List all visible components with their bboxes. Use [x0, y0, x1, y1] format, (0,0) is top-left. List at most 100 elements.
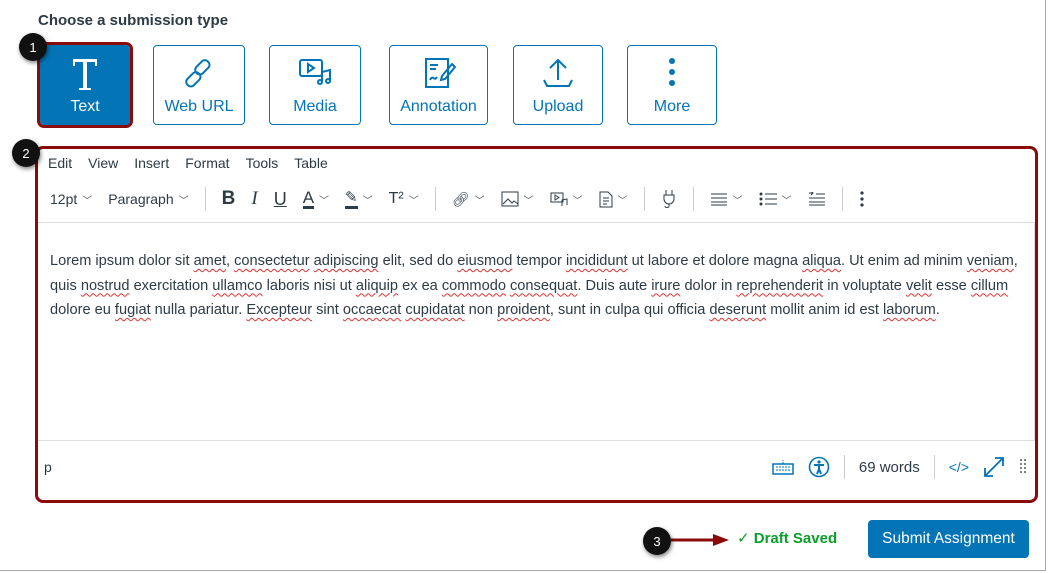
annotation-icon [424, 58, 456, 88]
indent-button[interactable] [808, 192, 826, 206]
submission-type-label: Text [70, 98, 100, 115]
submission-type-label: Media [293, 98, 337, 115]
text-run: elit, sed do [378, 253, 458, 269]
indent-icon [808, 192, 825, 206]
callout-arrow-icon [671, 534, 729, 546]
bold-button[interactable]: B [222, 188, 236, 210]
text-run: non [464, 302, 498, 318]
menu-tools[interactable]: Tools [246, 155, 279, 171]
align-left-icon [710, 193, 727, 206]
editor-paragraph[interactable]: Lorem ipsum dolor sit amet, consectetur … [50, 249, 1018, 323]
link-icon: 🔗︎ [451, 190, 470, 207]
checkmark-icon: ✓ [737, 530, 754, 547]
more-vertical-icon [669, 58, 675, 86]
submission-type-upload[interactable]: Upload [513, 45, 603, 125]
misspelled-word: reprehenderit [736, 277, 824, 294]
callout-badge-2: 2 [12, 139, 40, 167]
html-editor-toggle[interactable]: </> [949, 459, 969, 475]
more-vertical-icon [859, 191, 864, 207]
misspelled-word: proident [497, 302, 550, 318]
misspelled-word: nostrud [80, 277, 130, 294]
submit-assignment-button[interactable]: Submit Assignment [868, 520, 1029, 558]
upload-icon [543, 58, 573, 87]
chevron-down-icon: ﹀ [319, 195, 330, 207]
italic-button[interactable]: I [251, 188, 257, 210]
media-button[interactable]: ﹀ [550, 191, 583, 207]
text-run: . Duis aute [577, 277, 652, 294]
submission-type-heading: Choose a submission type [38, 12, 229, 29]
align-button[interactable]: ﹀ [710, 192, 743, 207]
plug-icon [663, 190, 675, 208]
text-run: dolore eu [50, 302, 115, 318]
fullscreen-icon[interactable] [983, 456, 1005, 478]
submission-type-label: Annotation [400, 98, 477, 115]
menu-edit[interactable]: Edit [48, 155, 72, 171]
submission-type-label: Web URL [164, 98, 234, 115]
accessibility-checker-icon[interactable] [808, 456, 830, 478]
misspelled-word: aliquip [355, 277, 399, 294]
underline-button[interactable]: U [274, 189, 287, 210]
misspelled-word: occaecat [342, 302, 402, 318]
font-size-select[interactable]: 12pt ﹀ [50, 191, 92, 207]
submission-type-more[interactable]: More [627, 45, 717, 125]
menu-insert[interactable]: Insert [134, 155, 169, 171]
menu-format[interactable]: Format [185, 155, 229, 171]
superscript-button[interactable]: T² ﹀ [389, 190, 419, 208]
text-run: , sunt in culpa qui officia [549, 302, 710, 318]
link-icon [185, 59, 211, 88]
apps-plugin-button[interactable] [661, 189, 677, 209]
submission-type-media[interactable]: Media [269, 45, 361, 125]
misspelled-word: eiusmod [457, 253, 513, 269]
chevron-down-icon: ﹀ [781, 195, 792, 207]
misspelled-word: irure [651, 277, 681, 294]
submission-type-annotation[interactable]: Annotation [389, 45, 488, 125]
misspelled-word: commodo [441, 277, 506, 294]
chevron-down-icon: ﹀ [572, 195, 583, 207]
highlight-color-button[interactable]: ✎ ﹀ [345, 189, 373, 209]
misspelled-word: aliqua [802, 253, 842, 269]
element-path: p [44, 459, 52, 475]
rich-text-editor: Edit View Insert Format Tools Table 12pt… [35, 146, 1038, 503]
statusbar-divider [843, 455, 845, 479]
font-size-value: 12pt [50, 191, 78, 207]
link-button[interactable]: 🔗︎ ﹀ [452, 191, 485, 208]
text-run: ut labore et dolore magna [627, 253, 803, 269]
image-button[interactable]: ﹀ [501, 191, 534, 207]
word-count[interactable]: 69 words [859, 459, 920, 476]
misspelled-word: velit [905, 277, 932, 294]
misspelled-word: veniam [966, 253, 1014, 269]
list-button[interactable]: ﹀ [759, 192, 792, 207]
editor-menubar: Edit View Insert Format Tools Table [48, 155, 328, 171]
submission-type-label: Upload [532, 98, 584, 115]
superscript-icon: T² [388, 190, 404, 207]
chevron-down-icon: ﹀ [523, 195, 534, 207]
editor-toolbar: 12pt ﹀ Paragraph ﹀ B I U A ﹀ ✎ ﹀ T² ﹀ 🔗︎ ﹀ ﹀ ﹀… [50, 187, 881, 211]
font-color-button[interactable]: A ﹀ [302, 189, 330, 209]
text-t-icon [73, 59, 97, 90]
menu-table[interactable]: Table [294, 155, 327, 171]
resize-handle-icon[interactable] [1019, 458, 1027, 476]
more-toolbar-button[interactable] [859, 191, 865, 207]
document-button[interactable]: ﹀ [599, 191, 628, 208]
block-format-select[interactable]: Paragraph ﹀ [108, 191, 188, 207]
media-icon [550, 192, 568, 206]
bullet-list-icon [759, 192, 777, 206]
text-run: tempor [512, 253, 566, 269]
block-format-value: Paragraph [108, 191, 174, 207]
toolbar-divider [204, 187, 206, 211]
misspelled-word: deserunt [709, 302, 767, 318]
callout-badge-3: 3 [643, 527, 671, 555]
keyboard-icon[interactable] [772, 459, 794, 475]
text-run: mollit anim id est [766, 302, 883, 318]
text-run: laboris nisi ut [262, 277, 356, 294]
menu-view[interactable]: View [88, 155, 118, 171]
text-run: exercitation [129, 277, 213, 294]
text-run: Lorem ipsum dolor sit [50, 253, 194, 269]
submission-type-text[interactable]: Text [37, 42, 133, 128]
misspelled-word: cupidatat [405, 302, 465, 318]
chevron-down-icon: ﹀ [474, 195, 485, 207]
editor-statusbar: 69 words </> [772, 455, 1027, 479]
submission-type-web-url[interactable]: Web URL [153, 45, 245, 125]
editor-content-area[interactable]: Lorem ipsum dolor sit amet, consectetur … [38, 222, 1035, 441]
document-icon [599, 191, 613, 207]
